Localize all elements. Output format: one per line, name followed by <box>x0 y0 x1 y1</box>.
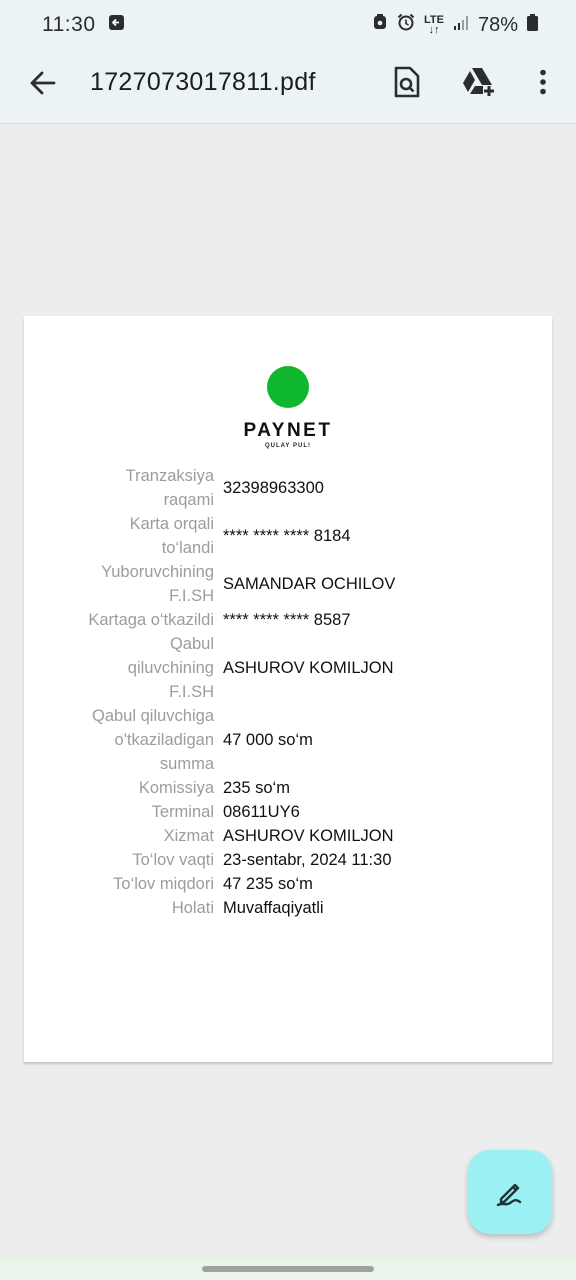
brand-tagline: QULAY PUL! <box>264 443 311 449</box>
receipt-label: Qabul qiluvchiga o'tkaziladigan summa <box>24 704 214 776</box>
status-bar: 11:30 LTE ↓↑ 78% <box>0 0 576 50</box>
receipt-label-line: F.I.SH <box>169 587 214 605</box>
receipt-row-recipient: Qabul qiluvchining F.I.SH ASHUROV KOMILJ… <box>24 632 552 704</box>
receipt-row-terminal: Terminal 08611UY6 <box>24 800 552 824</box>
lte-indicator: LTE ↓↑ <box>424 15 444 36</box>
receipt-label-line: Komissiya <box>138 779 214 797</box>
receipt-label-line: To‘lov miqdori <box>113 875 214 893</box>
receipt-label: Yuboruvchining F.I.SH <box>24 560 214 608</box>
receipt-row-payment-time: To‘lov vaqti 23-sentabr, 2024 11:30 <box>24 848 552 872</box>
receipt-value: ASHUROV KOMILJON <box>223 659 394 677</box>
receipt-label: Kartaga o‘tkazildi <box>24 608 214 632</box>
receipt-label: Qabul qiluvchining F.I.SH <box>24 632 214 704</box>
home-gesture-bar[interactable] <box>202 1266 374 1272</box>
receipt-value: SAMANDAR OCHILOV <box>223 575 396 593</box>
receipt-label-line: summa <box>159 755 214 773</box>
status-left: 11:30 <box>42 13 125 37</box>
receipt-label-line: raqami <box>163 491 214 509</box>
receipt-value: 235 so‘m <box>223 779 290 797</box>
receipt-row-payment-total: To‘lov miqdori 47 235 so‘m <box>24 872 552 896</box>
data-arrows-icon: ↓↑ <box>428 24 440 36</box>
receipt-value: **** **** **** 8587 <box>223 611 351 629</box>
receipt-label: To‘lov miqdori <box>24 872 214 896</box>
back-button[interactable] <box>26 66 60 100</box>
status-right: LTE ↓↑ 78% <box>372 13 538 37</box>
arrow-back-icon <box>30 71 56 95</box>
find-in-document-button[interactable] <box>387 62 427 102</box>
receipt-label-line: Yuboruvchining <box>101 563 214 581</box>
battery-percent: 78% <box>477 13 518 36</box>
more-options-button[interactable] <box>523 62 563 102</box>
receipt-value: 23-sentabr, 2024 11:30 <box>223 851 392 869</box>
signal-icon <box>453 14 469 37</box>
add-to-drive-button[interactable] <box>459 62 499 102</box>
receipt-label-line: o'tkaziladigan <box>114 731 214 749</box>
battery-icon <box>527 13 538 37</box>
receipt-label: To‘lov vaqti <box>24 848 214 872</box>
receipt-label-line: Qabul <box>169 635 214 653</box>
receipt-value: **** **** **** 8184 <box>223 527 351 545</box>
receipt-label: Terminal <box>24 800 214 824</box>
gesture-nav-area <box>0 1258 576 1280</box>
brand-name: PAYNET <box>243 420 333 441</box>
receipt-row-amount: Qabul qiluvchiga o'tkaziladigan summa 47… <box>24 704 552 776</box>
receipt-value: 08611UY6 <box>223 803 300 821</box>
receipt-value: 47 000 so‘m <box>223 731 313 749</box>
edit-fab-button[interactable] <box>468 1150 552 1234</box>
receipt-label-line: Tranzaksiya <box>125 467 214 485</box>
recording-icon <box>372 13 388 37</box>
receipt-label-line: Qabul qiluvchiga <box>92 707 214 725</box>
document-title: 1727073017811.pdf <box>90 68 316 96</box>
receipt-row-status: Holati Muvaffaqiyatli <box>24 896 552 920</box>
paynet-logo-icon <box>267 366 309 408</box>
receipt-row-sender: Yuboruvchining F.I.SH SAMANDAR OCHILOV <box>24 560 552 608</box>
receipt-value: 32398963300 <box>223 479 324 497</box>
receipt-row-commission: Komissiya 235 so‘m <box>24 776 552 800</box>
receipt-value: Muvaffaqiyatli <box>223 899 324 917</box>
receipt-label-line: Terminal <box>151 803 214 821</box>
drive-add-icon <box>463 68 494 96</box>
receipt-label: Karta orqali to‘landi <box>24 512 214 560</box>
pdf-page: PAYNET QULAY PUL! Tranzaksiya raqami 323… <box>24 316 552 1062</box>
receipt-label-line: Xizmat <box>163 827 214 845</box>
receipt-row-transaction: Tranzaksiya raqami 32398963300 <box>24 464 552 512</box>
receipt-value: ASHUROV KOMILJON <box>223 827 394 845</box>
file-search-icon <box>394 66 420 98</box>
receipt-label-line: F.I.SH <box>169 683 214 701</box>
receipt-label-line: To‘lov vaqti <box>132 851 214 869</box>
receipt-value: 47 235 so‘m <box>223 875 313 893</box>
receipt-row-card-received: Kartaga o‘tkazildi **** **** **** 8587 <box>24 608 552 632</box>
receipt-label-line: Karta orqali <box>129 515 214 533</box>
app-bar: 1727073017811.pdf <box>0 50 576 124</box>
receipt-label: Komissiya <box>24 776 214 800</box>
edit-pen-icon <box>496 1183 522 1207</box>
more-vert-icon <box>540 69 546 95</box>
receipt-row-card-paid: Karta orqali to‘landi **** **** **** 818… <box>24 512 552 560</box>
receipt-label-line: to‘landi <box>161 539 214 557</box>
receipt-label: Holati <box>24 896 214 920</box>
alarm-icon <box>397 13 415 37</box>
status-time: 11:30 <box>42 13 96 36</box>
notification-icon <box>108 14 125 36</box>
receipt-label-line: Holati <box>171 899 214 917</box>
receipt-label: Xizmat <box>24 824 214 848</box>
receipt-label-line: Kartaga o‘tkazildi <box>88 611 214 629</box>
receipt-row-service: Xizmat ASHUROV KOMILJON <box>24 824 552 848</box>
receipt-label: Tranzaksiya raqami <box>24 464 214 512</box>
receipt-label-line: qiluvchining <box>127 659 214 677</box>
